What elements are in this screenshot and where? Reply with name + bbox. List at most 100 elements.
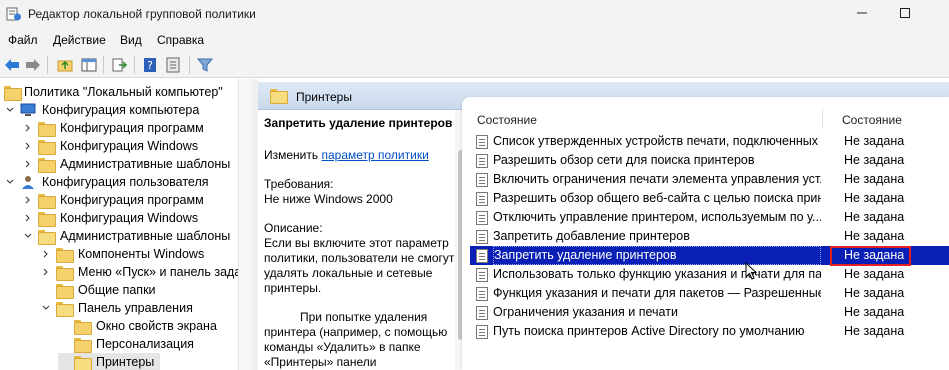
description-paragraph-2: При попытке удаления принтера (например,… <box>264 310 448 369</box>
group-policy-app-icon <box>6 6 22 22</box>
setting-name: Разрешить обзор сети для поиска принтеро… <box>493 153 755 167</box>
help-icon[interactable]: ? <box>140 55 160 75</box>
tree-item[interactable]: Меню «Пуск» и панель зада <box>40 263 241 281</box>
column-header-state[interactable]: Состояние <box>842 113 902 127</box>
folder-icon <box>38 121 56 137</box>
folder-open-icon <box>38 229 56 245</box>
menu-help[interactable]: Справка <box>157 33 204 47</box>
tree-item[interactable]: Конфигурация программ <box>22 119 204 137</box>
table-row[interactable]: Список утвержденных устройств печати, по… <box>470 132 949 151</box>
chevron-down-icon[interactable] <box>4 176 16 188</box>
tree-item-label: Персонализация <box>96 337 194 351</box>
folder-icon <box>56 247 74 263</box>
tree-item-label: Конфигурация программ <box>60 121 204 135</box>
tree-item[interactable]: Окно свойств экрана <box>58 317 217 335</box>
tree-item[interactable]: Административные шаблоны <box>22 227 230 245</box>
right-pane-title: Принтеры <box>296 90 352 104</box>
tree-item[interactable]: Панель управления <box>40 299 193 317</box>
chevron-right-icon[interactable] <box>22 122 34 134</box>
state-highlight-box <box>830 246 911 266</box>
requirements-value: Не ниже Windows 2000 <box>264 192 393 206</box>
table-row[interactable]: Разрешить обзор сети для поиска принтеро… <box>470 151 949 170</box>
setting-name: Запретить удаление принтеров <box>493 246 821 265</box>
tree-item[interactable]: Административные шаблоны <box>22 155 230 173</box>
tree-item[interactable]: Конфигурация Windows <box>22 209 198 227</box>
folder-icon <box>74 337 92 353</box>
tree-item-label: Конфигурация компьютера <box>42 103 200 117</box>
policy-setting-icon <box>476 135 488 149</box>
folder-icon <box>38 211 56 227</box>
tree-item-label: Общие папки <box>78 283 156 297</box>
policy-setting-icon <box>476 325 488 339</box>
tree-scrollbar[interactable] <box>238 79 252 370</box>
folder-icon <box>56 283 74 299</box>
folder-open-icon <box>56 301 74 317</box>
policy-setting-icon <box>476 230 488 244</box>
tree-item-computer-config[interactable]: Конфигурация компьютера <box>4 101 199 119</box>
setting-state: Не задана <box>844 134 905 148</box>
toolbar-separator <box>47 56 48 74</box>
column-separator[interactable] <box>822 109 823 129</box>
tree-item-label: Панель управления <box>78 301 193 315</box>
chevron-down-icon[interactable] <box>4 104 16 116</box>
table-row[interactable]: Путь поиска принтеров Active Directory п… <box>470 322 949 341</box>
up-folder-icon[interactable] <box>55 55 75 75</box>
policy-setting-icon <box>476 211 488 225</box>
tree-item[interactable]: Конфигурация программ <box>22 191 204 209</box>
properties-icon[interactable] <box>163 55 183 75</box>
policy-setting-icon <box>476 192 488 206</box>
chevron-right-icon[interactable] <box>40 266 52 278</box>
menu-bar: Файл Действие Вид Справка <box>0 28 949 52</box>
chevron-down-icon[interactable] <box>22 230 34 242</box>
table-row[interactable]: Включить ограничения печати элемента упр… <box>470 170 949 189</box>
folder-icon <box>38 193 56 209</box>
tree-item[interactable]: Общие папки <box>40 281 156 299</box>
setting-state: Не задана <box>844 210 905 224</box>
table-row[interactable]: Ограничения указания и печати Не задана <box>470 303 949 322</box>
forward-arrow-icon[interactable] <box>23 55 43 75</box>
edit-policy-line: Изменить параметр политики <box>264 148 455 163</box>
setting-name: Отключить управление принтером, использу… <box>493 210 821 224</box>
chevron-right-icon[interactable] <box>22 158 34 170</box>
maximize-button[interactable] <box>895 4 915 22</box>
setting-state: Не задана <box>844 267 905 281</box>
table-row[interactable]: Разрешить обзор общего веб-сайта с целью… <box>470 189 949 208</box>
back-arrow-icon[interactable] <box>2 55 22 75</box>
menu-action[interactable]: Действие <box>53 33 106 47</box>
table-row[interactable]: Запретить добавление принтеров Не задана <box>470 227 949 246</box>
minimize-button[interactable] <box>852 4 872 22</box>
tree-item[interactable]: Конфигурация Windows <box>22 137 198 155</box>
chevron-down-icon[interactable] <box>40 302 52 314</box>
show-hide-tree-icon[interactable] <box>79 55 99 75</box>
policy-document-icon <box>4 85 22 101</box>
folder-icon <box>74 319 92 335</box>
column-header-name[interactable]: Состояние <box>477 113 537 127</box>
tree-item[interactable]: Компоненты Windows <box>40 245 204 263</box>
table-row[interactable]: Функция указания и печати для пакетов — … <box>470 284 949 303</box>
tree-item[interactable]: Персонализация <box>58 335 194 353</box>
toolbar-separator <box>134 56 135 74</box>
tree-item-label: Конфигурация программ <box>60 193 204 207</box>
filter-icon[interactable] <box>195 55 215 75</box>
chevron-right-icon[interactable] <box>22 194 34 206</box>
setting-name: Ограничения указания и печати <box>493 305 678 319</box>
mouse-cursor-icon <box>745 261 758 283</box>
table-row[interactable]: Использовать только функцию указания и п… <box>470 265 949 284</box>
menu-file[interactable]: Файл <box>8 33 38 47</box>
edit-policy-link[interactable]: параметр политики <box>321 148 428 162</box>
tree-item-user-config[interactable]: Конфигурация пользователя <box>4 173 209 191</box>
export-list-icon[interactable] <box>109 55 129 75</box>
setting-name: Использовать только функцию указания и п… <box>493 267 821 281</box>
chevron-right-icon[interactable] <box>40 248 52 260</box>
window-title: Редактор локальной групповой политики <box>28 7 256 21</box>
chevron-right-icon[interactable] <box>22 212 34 224</box>
description-label: Описание: <box>264 221 323 235</box>
chevron-right-icon[interactable] <box>22 140 34 152</box>
table-row[interactable]: Отключить управление принтером, использу… <box>470 208 949 227</box>
tree-item-label: Компоненты Windows <box>78 247 205 261</box>
menu-view[interactable]: Вид <box>120 33 142 47</box>
tree-root[interactable]: Политика "Локальный компьютер" <box>4 83 223 101</box>
tree-item-printers[interactable]: Принтеры <box>58 353 161 370</box>
